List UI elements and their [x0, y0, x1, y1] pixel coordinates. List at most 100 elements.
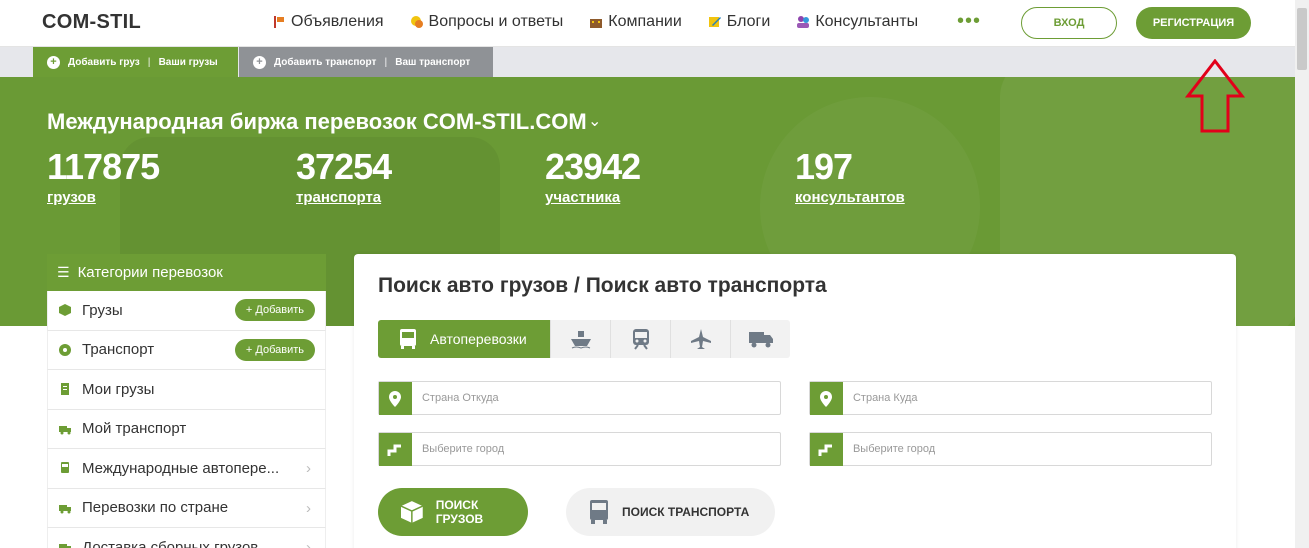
sidebar-item-label: Грузы: [82, 301, 123, 319]
truck-front-icon: [400, 329, 416, 349]
red-arrow-annotation: [1185, 59, 1245, 133]
ship-icon: [570, 331, 591, 349]
nav-item-companies[interactable]: Компании: [589, 13, 682, 31]
plus-circle-icon: +: [47, 55, 60, 69]
stat-value: 117875: [47, 146, 160, 187]
stat-link[interactable]: консультантов: [795, 189, 905, 207]
cargo-actions: + Добавить груз | Ваши грузы: [33, 47, 238, 77]
sidebar-item-my-transport[interactable]: Мой транспорт: [47, 409, 326, 449]
box-icon: [59, 304, 71, 317]
stat-link[interactable]: грузов: [47, 189, 159, 207]
main-nav: Объявления Вопросы и ответы Компании Бло…: [272, 13, 918, 31]
add-cargo-button[interactable]: + Добавить: [234, 299, 315, 321]
nav-item-qa[interactable]: Вопросы и ответы: [410, 13, 564, 31]
sidebar-heading-label: Категории перевозок: [77, 264, 223, 281]
sidebar-heading: ☰ Категории перевозок: [47, 254, 326, 291]
to-country-field: [809, 381, 1212, 415]
your-cargo-link[interactable]: Ваши грузы: [159, 57, 218, 68]
tab-rail[interactable]: [610, 320, 670, 358]
divider: |: [384, 56, 388, 68]
sidebar-item-label: Международные автопере...: [82, 459, 280, 477]
stat-link[interactable]: участника: [545, 189, 640, 207]
page-title[interactable]: Международная биржа перевозок COM-STIL.C…: [47, 109, 587, 135]
transport-actions: + Добавить транспорт | Ваш транспорт: [239, 47, 493, 77]
sidebar-item-label: Доставка сборных грузов: [82, 538, 259, 548]
nav-label: Компании: [608, 13, 682, 30]
sidebar-item-transport[interactable]: Транспорт + Добавить: [47, 330, 326, 370]
route-icon: [379, 433, 412, 466]
stat-cargo: 117875 грузов: [47, 145, 160, 207]
chevron-right-icon: ›: [306, 460, 311, 477]
sidebar-item-domestic[interactable]: Перевозки по стране ›: [47, 488, 326, 528]
add-transport-button[interactable]: + Добавить: [234, 338, 315, 361]
site-logo[interactable]: COM-STIL: [42, 11, 141, 34]
scrollbar-thumb[interactable]: [1297, 8, 1307, 70]
tab-multimodal[interactable]: [730, 320, 790, 358]
truck-front-icon: [61, 462, 69, 474]
stat-value: 197: [795, 146, 853, 187]
building-icon: [590, 19, 603, 28]
chevron-right-icon: ›: [306, 539, 311, 548]
nav-item-consultants[interactable]: Консультанты: [796, 13, 918, 31]
sidebar-item-international[interactable]: Международные автопере... ›: [47, 449, 326, 489]
sidebar-item-consolidated[interactable]: Доставка сборных грузов ›: [47, 528, 326, 548]
nav-label: Объявления: [291, 13, 384, 30]
people-icon: [797, 16, 810, 28]
to-city-field: [809, 432, 1212, 466]
wheel-icon: [59, 343, 71, 356]
sidebar-item-label: Мой транспорт: [82, 420, 187, 438]
box-icon: [400, 501, 424, 523]
search-transport-label: ПОИСК ТРАНСПОРТА: [622, 505, 750, 519]
login-button[interactable]: ВХОД: [1021, 7, 1117, 39]
nav-label: Вопросы и ответы: [428, 13, 564, 30]
tab-sea[interactable]: [550, 320, 610, 358]
sidebar-item-cargo[interactable]: Грузы + Добавить: [47, 291, 326, 331]
pencil-icon: [708, 17, 721, 27]
truck-icon: [59, 544, 71, 548]
location-pin-icon: [810, 382, 843, 415]
truck-icon: [59, 504, 71, 514]
chevron-down-icon[interactable]: ⌄: [588, 111, 601, 131]
nav-label: Блоги: [726, 13, 771, 30]
transport-mode-tabs: Автоперевозки: [378, 320, 790, 358]
from-city-input[interactable]: [411, 433, 780, 465]
more-menu-icon[interactable]: •••: [957, 10, 981, 33]
list-icon: ☰: [57, 264, 70, 280]
search-transport-button[interactable]: ПОИСК ТРАНСПОРТА: [566, 488, 775, 536]
to-country-input[interactable]: [842, 382, 1211, 414]
categories-sidebar: ☰ Категории перевозок Грузы + Добавить Т…: [47, 254, 326, 548]
to-city-input[interactable]: [842, 433, 1211, 465]
nav-label: Консультанты: [815, 13, 919, 30]
sidebar-item-label: Транспорт: [82, 341, 155, 359]
page-scrollbar[interactable]: [1295, 0, 1309, 548]
flag-icon: [274, 16, 284, 28]
chevron-right-icon: ›: [306, 499, 311, 517]
stat-value: 23942: [545, 146, 641, 187]
tab-air[interactable]: [670, 320, 730, 358]
stat-consultants: 197 консультантов: [795, 145, 905, 207]
search-panel: Поиск авто грузов / Поиск авто транспорт…: [354, 254, 1236, 548]
location-pin-icon: [379, 382, 412, 415]
stat-link[interactable]: транспорта: [296, 189, 391, 207]
your-transport-link[interactable]: Ваш транспорт: [395, 57, 470, 68]
truck-icon: [59, 425, 71, 435]
from-city-field: [378, 432, 781, 466]
stat-members: 23942 участника: [545, 145, 641, 207]
divider: |: [147, 56, 151, 68]
airplane-icon: [690, 329, 711, 349]
quick-actions-bar: + Добавить груз | Ваши грузы + Добавить …: [0, 47, 1295, 77]
sidebar-item-my-cargo[interactable]: Мои грузы: [47, 370, 326, 410]
nav-item-ads[interactable]: Объявления: [272, 13, 384, 31]
search-title: Поиск авто грузов / Поиск авто транспорт…: [378, 274, 827, 297]
stat-transport: 37254 транспорта: [296, 145, 392, 207]
search-cargo-button[interactable]: ПОИСК ГРУЗОВ: [378, 488, 528, 536]
from-country-input[interactable]: [411, 382, 780, 414]
add-transport-link[interactable]: Добавить транспорт: [274, 57, 376, 68]
tab-road-label: Автоперевозки: [430, 331, 527, 347]
register-button[interactable]: РЕГИСТРАЦИЯ: [1136, 7, 1251, 39]
tab-road[interactable]: Автоперевозки: [378, 320, 550, 358]
route-icon: [810, 433, 843, 466]
truck-front-icon: [590, 500, 608, 524]
add-cargo-link[interactable]: Добавить груз: [68, 57, 140, 68]
nav-item-blogs[interactable]: Блоги: [708, 13, 771, 31]
